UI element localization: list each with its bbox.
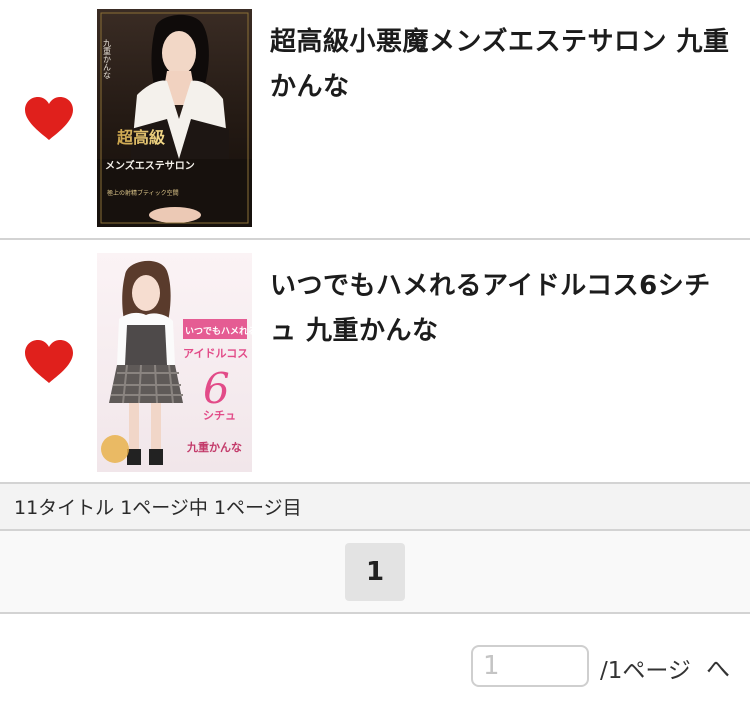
page-button-current[interactable]: 1 xyxy=(345,543,405,601)
page-number-input[interactable] xyxy=(471,645,589,687)
heart-icon xyxy=(25,97,73,140)
list-item: 九重かんな 超高級 メンズエステサロン 極上の射精ブティック空間 超高級小悪魔メ… xyxy=(0,0,750,240)
cover-actress-name: 九重かんな xyxy=(103,39,112,79)
cover-headline: いつでもハメれる xyxy=(185,326,252,337)
item-title[interactable]: いつでもハメれるアイドルコス6シチュ 九重かんな xyxy=(270,264,736,354)
cover-suffix: シチュ xyxy=(203,409,236,422)
favorite-button[interactable] xyxy=(23,339,75,385)
cover-actress-name: 九重かんな xyxy=(186,440,242,454)
page-jump-go-link[interactable]: へ xyxy=(706,649,730,684)
item-title[interactable]: 超高級小悪魔メンズエステサロン 九重かんな xyxy=(270,20,736,110)
cover-image[interactable]: いつでもハメれる アイドルコス 6 シチュ 九重かんな xyxy=(97,253,252,472)
cover-line1: 超高級 xyxy=(116,128,165,147)
cover-number: 6 xyxy=(203,364,230,413)
results-summary-text: 11タイトル 1ページ中 1ページ目 xyxy=(14,497,302,519)
cover-image[interactable]: 九重かんな 超高級 メンズエステサロン 極上の射精ブティック空間 xyxy=(97,9,252,227)
favorite-button[interactable] xyxy=(23,96,75,142)
heart-icon xyxy=(25,340,73,383)
cover-line3: 極上の射精ブティック空間 xyxy=(107,189,179,197)
page-jump: /1ページ へ xyxy=(0,645,750,691)
list-item: いつでもハメれる アイドルコス 6 シチュ 九重かんな いつでもハメれるアイドル… xyxy=(0,240,750,484)
favorites-page: 九重かんな 超高級 メンズエステサロン 極上の射精ブティック空間 超高級小悪魔メ… xyxy=(0,0,750,714)
pagination: 1 xyxy=(0,531,750,614)
page-total-label: /1ページ xyxy=(600,658,691,684)
results-summary: 11タイトル 1ページ中 1ページ目 xyxy=(0,484,750,531)
cover-subtitle: アイドルコス xyxy=(183,347,248,360)
cover-line2: メンズエステサロン xyxy=(105,159,195,172)
